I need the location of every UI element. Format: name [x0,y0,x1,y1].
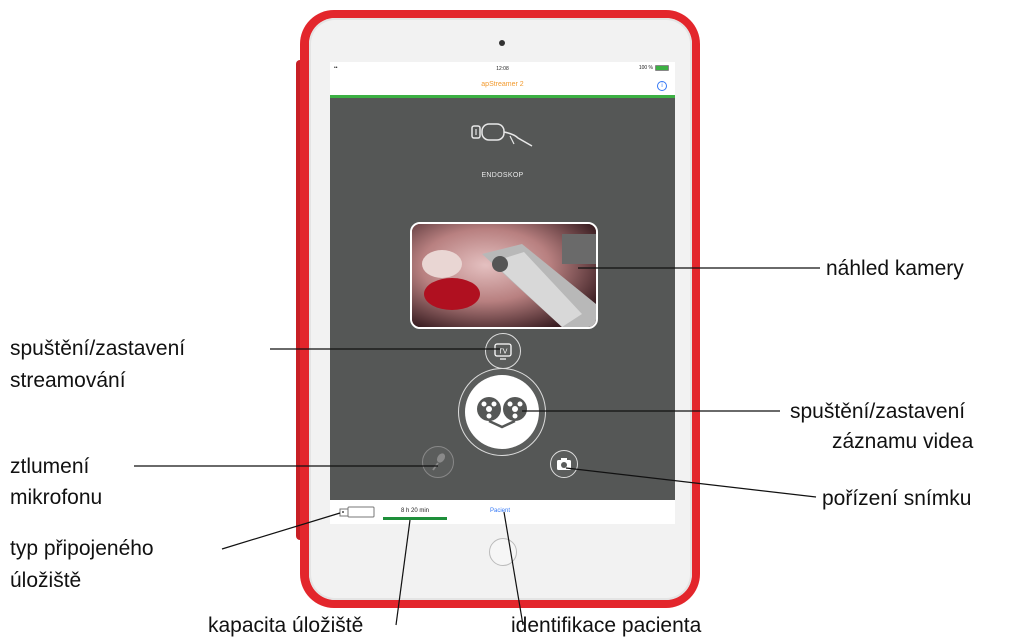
callout-snapshot: pořízení snímku [822,487,972,510]
callout-storage-type-line1: typ připojeného [10,537,154,560]
line-snapshot [565,467,817,498]
callout-patient-id: identifikace pacienta [511,614,702,637]
callout-storage-type-line2: úložiště [10,569,82,592]
callout-stream-toggle-line1: spuštění/zastavení [10,337,186,360]
callout-mute-mic-line1: ztlumení [10,455,90,478]
callout-record-toggle-line1: spuštění/zastavení [790,400,966,423]
callout-storage-capacity: kapacita úložiště [208,614,364,637]
line-storage-capacity [395,519,411,626]
line-patient [503,511,524,626]
callout-lines [134,267,820,626]
callout-stream-toggle-line2: streamování [10,369,126,392]
line-storage-type [221,512,341,550]
callout-record-toggle-line2: záznamu videa [832,430,974,453]
callout-mute-mic-line2: mikrofonu [10,486,103,509]
callout-camera-preview: náhled kamery [826,257,964,280]
